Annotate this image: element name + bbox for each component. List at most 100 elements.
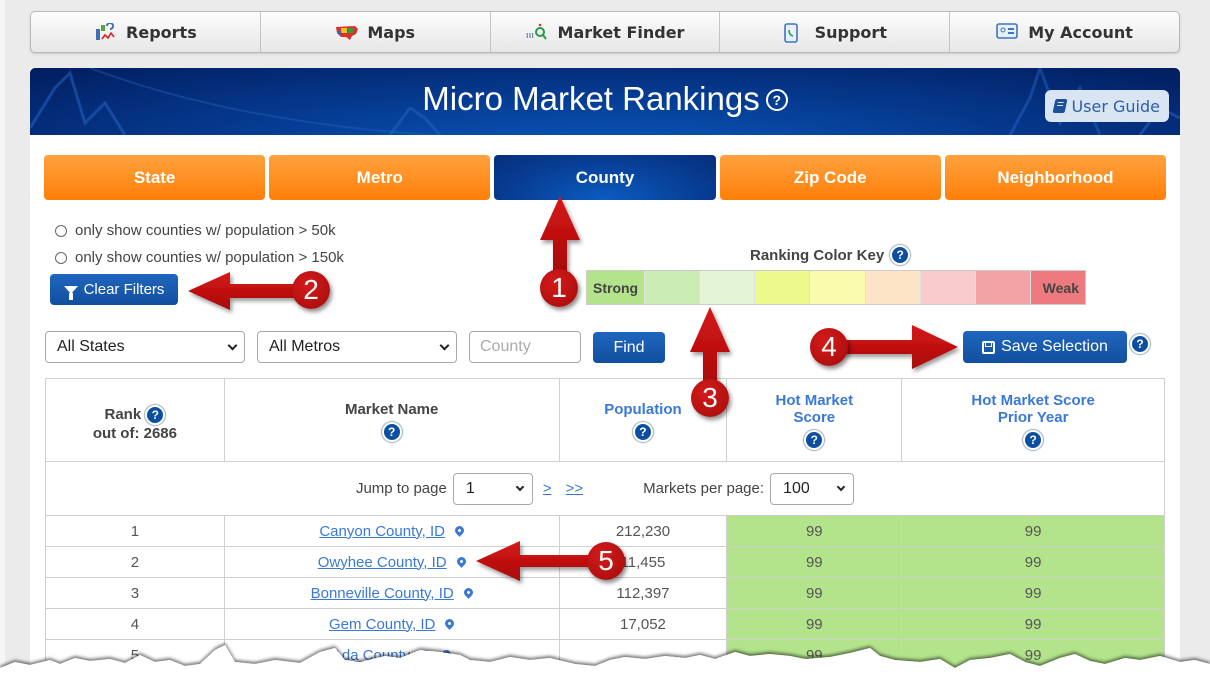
header-rank-label: Rank [104,405,142,423]
main-panel: Micro Market Rankings? User Guide State … [30,68,1180,680]
nav-support-label: Support [814,22,887,42]
tab-zip-code[interactable]: Zip Code [719,155,941,200]
nav-reports-label: Reports [126,22,197,42]
reports-chart-icon [94,22,116,41]
color-key-swatch [700,271,756,304]
county-search-input[interactable] [469,331,581,363]
cell-hot-score-prior-year: 99 [901,546,1165,578]
table-row: 3 Bonneville County, ID 112,397 99 99 [45,577,1165,609]
page-select[interactable]: 1 [452,472,533,505]
cell-market-name: Bonneville County, ID [223,577,560,609]
pagination: Jump to page 1 > >> Markets per page: 10… [46,472,1164,505]
cell-population: 212,230 [558,515,728,547]
nav-market-finder[interactable]: III Market Finder [491,12,721,52]
nav-my-account[interactable]: My Account [950,12,1179,52]
cell-population: 112,397 [558,577,728,609]
prior-score-help-icon[interactable]: ? [1023,430,1044,450]
market-finder-magnifier-icon: III [526,23,548,41]
find-button[interactable]: Find [593,332,665,363]
market-link[interactable]: Gem County, ID [329,616,435,633]
header-rank[interactable]: Rank ? out of: 2686 [45,378,225,462]
color-key-swatch-weak: Weak [1030,271,1085,304]
ranking-color-key-title: Ranking Color Key ? [750,245,911,265]
filter-50k-label: only show counties w/ population > 50k [75,222,336,239]
map-pin-icon[interactable] [454,554,468,568]
metro-select[interactable]: All Metros [257,331,457,363]
title-help-icon[interactable]: ? [765,89,788,111]
map-pin-icon[interactable] [453,523,466,537]
rankings-table-wrapper: Rank ? out of: 2686 Market Name ? Popula… [45,378,1165,671]
floppy-disk-icon [982,340,996,354]
nav-support[interactable]: Support [720,12,951,52]
map-pin-icon[interactable] [443,616,457,630]
cell-rank: 1 [45,515,225,547]
market-link[interactable]: Bonneville County, ID [311,585,454,602]
cell-hot-score-prior-year: 99 [901,515,1165,547]
nav-maps-label: Maps [367,22,416,42]
filter-50k[interactable]: only show counties w/ population > 50k [55,222,336,239]
header-prior-line1: Hot Market Score [971,392,1095,409]
jump-to-page-label: Jump to page [355,480,447,497]
market-link[interactable]: Canyon County, ID [319,523,445,540]
market-link[interactable]: Owyhee County, ID [318,554,447,571]
color-key-swatch [975,271,1031,304]
nav-maps[interactable]: Maps [261,12,491,52]
color-key-swatch [865,271,921,304]
next-page-link[interactable]: > [543,480,552,497]
color-key-swatch [810,271,866,304]
hot-score-help-icon[interactable]: ? [804,430,825,450]
chevron-down-icon [227,340,238,351]
save-selection-button[interactable]: Save Selection [963,331,1127,363]
filter-150k-label: only show counties w/ population > 150k [75,249,344,266]
cell-market-name: Canyon County, ID [223,515,560,547]
tab-state[interactable]: State [44,155,266,200]
phone-icon [783,23,805,43]
color-key-help-icon[interactable]: ? [890,245,911,265]
ranking-color-key: Strong Weak [586,270,1086,305]
nav-reports[interactable]: Reports [31,12,261,52]
annotation-badge-4: 4 [810,328,848,366]
radio-150k[interactable] [55,251,67,264]
tab-neighborhood[interactable]: Neighborhood [944,155,1167,200]
page-title: Micro Market Rankings? [30,80,1180,118]
header-hot-market-score[interactable]: Hot Market Score ? [726,378,903,462]
torn-edge-decoration [0,645,1210,680]
geography-tabs: State Metro County Zip Code Neighborhood [44,155,1167,200]
save-selection-help-icon[interactable]: ? [1130,334,1150,354]
last-page-link[interactable]: >> [566,480,584,497]
filter-funnel-icon [63,285,78,300]
header-market-name[interactable]: Market Name ? [223,378,560,462]
account-card-icon [996,23,1019,41]
markets-per-page-label: Markets per page: [643,480,765,497]
color-key-swatch [755,271,811,304]
table-row: 4 Gem County, ID 17,052 99 99 [45,608,1165,640]
tab-county[interactable]: County [494,155,716,200]
cell-hot-score-prior-year: 99 [901,577,1165,609]
tab-metro[interactable]: Metro [269,155,491,200]
page-select-value: 1 [465,479,475,497]
color-key-title-text: Ranking Color Key [750,246,885,264]
color-key-swatch [920,271,976,304]
weak-label: Weak [1042,279,1079,296]
cell-population: 11,455 [558,546,728,578]
save-selection-label: Save Selection [1001,338,1108,355]
radio-50k[interactable] [55,224,67,237]
filter-150k[interactable]: only show counties w/ population > 150k [55,249,344,266]
header-hot-score-prior-year[interactable]: Hot Market Score Prior Year ? [901,378,1165,462]
cell-hot-market-score: 99 [726,515,903,547]
cell-market-name: Gem County, ID [223,608,560,640]
cell-market-name: Owyhee County, ID [223,546,560,578]
annotation-badge-3: 3 [691,379,729,417]
map-pin-icon[interactable] [461,585,475,599]
rank-help-icon[interactable]: ? [145,404,166,425]
clear-filters-button[interactable]: Clear Filters [50,274,178,305]
population-help-icon[interactable]: ? [632,421,653,442]
user-guide-button[interactable]: User Guide [1045,90,1169,122]
per-page-select-value: 100 [783,479,810,497]
cell-rank: 3 [45,577,225,609]
per-page-select[interactable]: 100 [770,472,855,505]
cell-population: 17,052 [558,608,728,640]
market-name-help-icon[interactable]: ? [381,421,402,442]
page-title-text: Micro Market Rankings [422,80,760,117]
state-select[interactable]: All States [45,331,245,363]
